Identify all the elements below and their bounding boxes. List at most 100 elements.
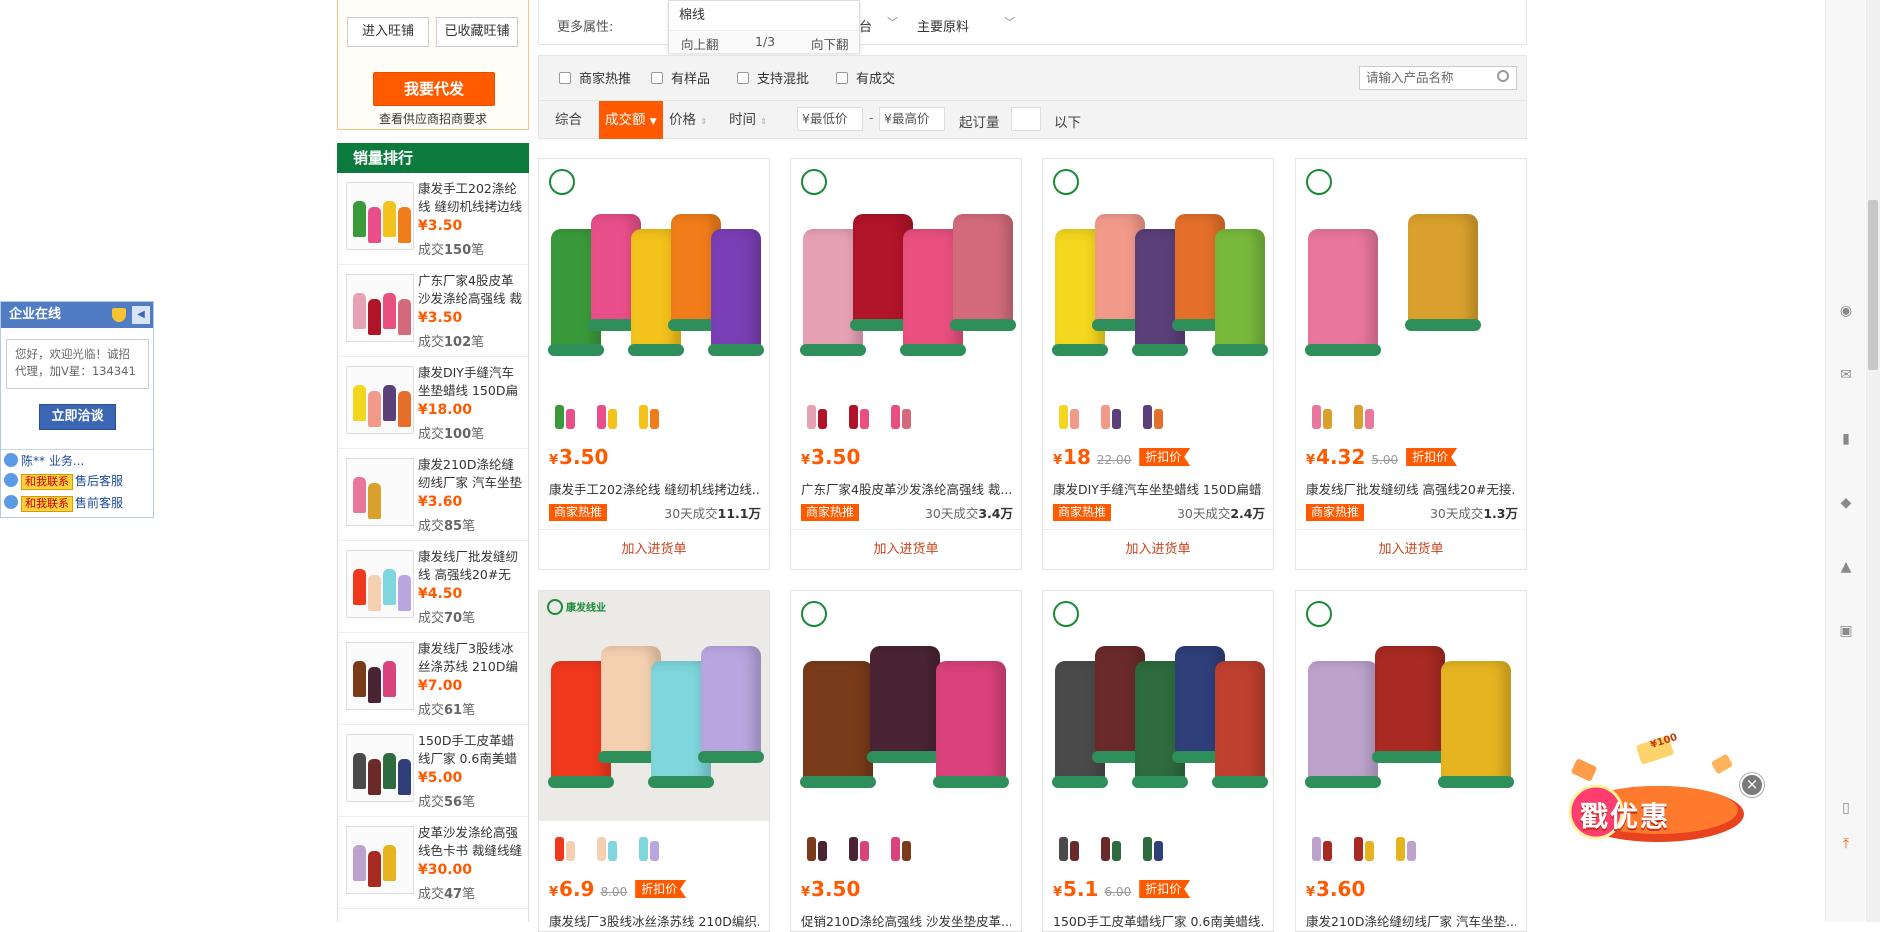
contact-me-button[interactable]: 和我联系 [21, 496, 73, 512]
ranking-item[interactable]: 康发210D涤纶缝纫线厂家 汽车坐垫 ¥3.60 成交85笔 [338, 449, 528, 541]
filter-hot-checkbox[interactable]: 商家热推 [559, 68, 631, 87]
sort-deal-amount[interactable]: 成交额 ▼ [599, 101, 663, 139]
product-variant-thumb[interactable] [801, 401, 833, 433]
mobile-icon[interactable]: ▯ [1838, 800, 1854, 816]
ranking-item-title[interactable]: 康发线厂批发缝纫线 高强线20#无接 [418, 548, 523, 584]
product-variant-thumb[interactable] [1306, 833, 1338, 865]
product-title[interactable]: 150D手工皮革蜡线厂家 0.6南美蜡线... [1053, 911, 1263, 930]
agent-row[interactable]: 陈** 业务... [4, 452, 84, 470]
product-variant-thumb[interactable] [1390, 833, 1422, 865]
favorited-shop-button[interactable]: 已收藏旺铺 [436, 17, 518, 47]
product-variant-thumb[interactable] [1137, 401, 1169, 433]
filter-sample-checkbox[interactable]: 有样品 [651, 68, 710, 87]
ranking-thumbnail[interactable] [346, 734, 414, 802]
product-title[interactable]: 康发DIY手缝汽车坐垫蜡线 150D扁蜡... [1053, 479, 1263, 498]
product-variant-thumb[interactable] [843, 833, 875, 865]
ranking-thumbnail[interactable] [346, 182, 414, 250]
sort-time[interactable]: 时间 ⇕ [729, 101, 767, 139]
product-image[interactable] [1296, 159, 1526, 389]
product-card[interactable]: ¥5.1 6.00 折扣价 150D手工皮革蜡线厂家 0.6南美蜡线... [1042, 590, 1274, 932]
product-variant-thumb[interactable] [1095, 833, 1127, 865]
product-title[interactable]: 促销210D涤纶高强线 沙发坐垫皮革... [801, 911, 1011, 930]
product-card[interactable]: 康发线业 ¥6.9 8.00 折扣价 康发线厂3股线冰丝涤苏线 210D编织... [538, 590, 770, 932]
ranking-thumbnail[interactable] [346, 642, 414, 710]
page-up-button[interactable]: 向上翻 [681, 34, 719, 53]
ranking-item[interactable]: 康发线厂批发缝纫线 高强线20#无接 ¥4.50 成交70笔 [338, 541, 528, 633]
supplier-requirements-link[interactable]: 查看供应商招商要求 [338, 110, 528, 127]
product-variant-thumb[interactable] [549, 833, 581, 865]
ranking-item[interactable]: 广东厂家4股皮革沙发涤纶高强线 裁 ¥3.50 成交102笔 [338, 265, 528, 357]
ranking-item-title[interactable]: 皮革沙发涤纶高强线色卡书 裁缝线缝 [418, 824, 523, 860]
add-to-cart-button[interactable]: 加入进货单 [1296, 529, 1526, 569]
product-image[interactable]: 康发线业 [539, 591, 769, 821]
ranking-thumbnail[interactable] [346, 274, 414, 342]
ranking-item-title[interactable]: 广东厂家4股皮革沙发涤纶高强线 裁 [418, 272, 523, 308]
bell-icon[interactable]: ▲ [1838, 559, 1854, 575]
attribute-option[interactable]: 棉线 [679, 4, 705, 23]
ranking-item[interactable]: 康发DIY手缝汽车坐垫蜡线 150D扁 ¥18.00 成交100笔 [338, 357, 528, 449]
ranking-item-title[interactable]: 康发DIY手缝汽车坐垫蜡线 150D扁 [418, 364, 523, 400]
product-card[interactable]: ¥3.50 促销210D涤纶高强线 沙发坐垫皮革... [790, 590, 1022, 932]
filter-has-deals-checkbox[interactable]: 有成交 [836, 68, 895, 87]
product-variant-thumb[interactable] [801, 833, 833, 865]
ranking-item-title[interactable]: 康发210D涤纶缝纫线厂家 汽车坐垫 [418, 456, 523, 492]
coupon-banner[interactable]: ¥100 戳优惠 [1548, 722, 1758, 847]
product-image[interactable] [1043, 159, 1273, 389]
product-card[interactable]: ¥3.60 康发210D涤纶缝纫线厂家 汽车坐垫... [1295, 590, 1527, 932]
ranking-item[interactable]: 康发线厂3股线冰丝涤苏线 210D编 ¥7.00 成交61笔 [338, 633, 528, 725]
product-variant-thumb[interactable] [843, 401, 875, 433]
ranking-thumbnail[interactable] [346, 550, 414, 618]
product-variant-thumb[interactable] [1306, 401, 1338, 433]
consult-now-button[interactable]: 立即洽谈 [39, 404, 116, 430]
product-variant-thumb[interactable] [1095, 401, 1127, 433]
collapse-icon[interactable]: ◀ [132, 306, 150, 324]
coupon-close-button[interactable]: × [1740, 773, 1764, 797]
product-variant-thumb[interactable] [1053, 833, 1085, 865]
product-title[interactable]: 康发线厂3股线冰丝涤苏线 210D编织... [549, 911, 759, 930]
product-title[interactable]: 康发210D涤纶缝纫线厂家 汽车坐垫... [1306, 911, 1516, 930]
after-sale-row[interactable]: 和我联系 售后客服 [4, 472, 123, 490]
min-price-input[interactable]: ¥最低价 [797, 107, 863, 131]
product-card[interactable]: ¥3.50 广东厂家4股皮革沙发涤纶高强线 裁... 商家热推 30天成交3.4万 加入… [790, 158, 1022, 570]
search-icon[interactable] [1497, 70, 1509, 82]
service-icon[interactable]: ◉ [1838, 303, 1854, 319]
ranking-item[interactable]: 皮革沙发涤纶高强线色卡书 裁缝线缝 ¥30.00 成交47笔 [338, 817, 528, 909]
product-card[interactable]: ¥4.32 5.00 折扣价 康发线厂批发缝纫线 高强线20#无接... 商家热推 30天… [1295, 158, 1527, 570]
product-card[interactable]: ¥18 22.00 折扣价 康发DIY手缝汽车坐垫蜡线 150D扁蜡... 商家热推 30… [1042, 158, 1274, 570]
sort-comprehensive[interactable]: 综合 [555, 101, 582, 139]
add-to-cart-button[interactable]: 加入进货单 [791, 529, 1021, 569]
main-material-filter[interactable]: 主要原料 [917, 16, 969, 35]
product-variant-thumb[interactable] [591, 401, 623, 433]
product-image[interactable] [539, 159, 769, 389]
page-down-button[interactable]: 向下翻 [811, 34, 849, 53]
ranking-thumbnail[interactable] [346, 458, 414, 526]
ranking-item[interactable]: 康发手工202涤纶线 缝纫机线拷边线 ¥3.50 成交150笔 [338, 173, 528, 265]
product-title[interactable]: 康发手工202涤纶线 缝纫机线拷边线... [549, 479, 759, 498]
ranking-item-title[interactable]: 康发线厂3股线冰丝涤苏线 210D编 [418, 640, 523, 676]
filter-mixed-batch-checkbox[interactable]: 支持混批 [737, 68, 809, 87]
sort-price[interactable]: 价格 ⇕ [669, 101, 707, 139]
product-variant-thumb[interactable] [1348, 401, 1380, 433]
product-variant-thumb[interactable] [1053, 401, 1085, 433]
moq-input[interactable] [1011, 107, 1041, 131]
product-card[interactable]: ¥3.50 康发手工202涤纶线 缝纫机线拷边线... 商家热推 30天成交11.1万… [538, 158, 770, 570]
product-image[interactable] [791, 159, 1021, 389]
product-variant-thumb[interactable] [549, 401, 581, 433]
product-variant-thumb[interactable] [591, 833, 623, 865]
enter-shop-button[interactable]: 进入旺铺 [347, 17, 429, 47]
bookmark-icon[interactable]: ▮ [1838, 431, 1854, 447]
ranking-thumbnail[interactable] [346, 826, 414, 894]
dropship-button[interactable]: 我要代发 [373, 72, 495, 106]
add-to-cart-button[interactable]: 加入进货单 [1043, 529, 1273, 569]
product-variant-thumb[interactable] [885, 401, 917, 433]
add-to-cart-button[interactable]: 加入进货单 [539, 529, 769, 569]
product-variant-thumb[interactable] [1348, 833, 1380, 865]
product-title[interactable]: 康发线厂批发缝纫线 高强线20#无接... [1306, 479, 1516, 498]
product-title[interactable]: 广东厂家4股皮革沙发涤纶高强线 裁... [801, 479, 1011, 498]
product-variant-thumb[interactable] [885, 833, 917, 865]
ranking-thumbnail[interactable] [346, 366, 414, 434]
ranking-item[interactable]: 150D手工皮革蜡线厂家 0.6南美蜡 ¥5.00 成交56笔 [338, 725, 528, 817]
max-price-input[interactable]: ¥最高价 [879, 107, 945, 131]
back-to-top-icon[interactable]: ⤒ [1838, 836, 1854, 852]
product-variant-thumb[interactable] [633, 401, 665, 433]
